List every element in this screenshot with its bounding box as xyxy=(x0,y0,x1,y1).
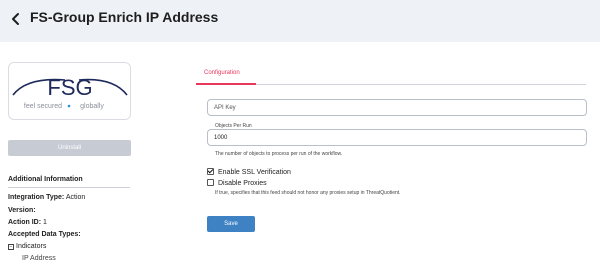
disable-proxies-help: If true, specifies that this feed should… xyxy=(215,190,401,196)
divider xyxy=(8,187,130,188)
integration-logo-card: FSG feel secured globally xyxy=(8,62,131,120)
integration-type-label: Integration Type: xyxy=(8,194,65,201)
objects-per-run-value: 1000 xyxy=(214,135,228,141)
logo-dot xyxy=(67,104,71,108)
uninstall-button[interactable]: Uninstall xyxy=(8,140,131,156)
integration-type-value: Action xyxy=(65,194,86,201)
action-id-row: Action ID: 1 xyxy=(8,219,47,226)
disable-proxies-checkbox-row[interactable]: Disable Proxies xyxy=(207,179,267,188)
additional-info-heading: Additional Information xyxy=(8,176,83,183)
logo-mark: FSG xyxy=(47,75,92,100)
logo-tagline-right: globally xyxy=(80,103,104,110)
objects-per-run-input[interactable]: 1000 xyxy=(207,129,587,146)
objects-per-run-help: The number of objects to process per run… xyxy=(215,151,343,157)
fsg-logo: FSG feel secured globally xyxy=(12,75,128,110)
api-key-placeholder: API Key xyxy=(214,105,236,111)
save-button[interactable]: Save xyxy=(207,216,255,232)
integration-type-row: Integration Type: Action xyxy=(8,194,85,201)
page-title: FS-Group Enrich IP Address xyxy=(30,9,219,25)
chevron-left-icon[interactable] xyxy=(9,12,23,26)
accepted-data-types-label: Accepted Data Types: xyxy=(8,231,81,238)
accepted-data-types-row: Accepted Data Types: xyxy=(8,231,81,238)
collapse-icon[interactable]: − xyxy=(8,244,14,250)
api-key-input[interactable]: API Key xyxy=(207,99,587,116)
logo-tagline-left: feel secured xyxy=(24,103,62,110)
indicators-label: Indicators xyxy=(16,243,47,250)
disable-proxies-checkbox[interactable] xyxy=(207,179,214,186)
objects-per-run-label: Objects Per Run xyxy=(213,123,254,129)
version-row: Version: xyxy=(8,207,36,214)
tab-configuration[interactable]: Configuration xyxy=(196,66,248,84)
enable-ssl-checkbox-row[interactable]: Enable SSL Verification xyxy=(207,168,291,177)
action-id-value: 1 xyxy=(43,219,47,226)
enable-ssl-checkbox[interactable] xyxy=(207,168,214,175)
action-id-label: Action ID: xyxy=(8,219,42,226)
page-header: FS-Group Enrich IP Address xyxy=(0,0,600,42)
indicator-item: IP Address xyxy=(22,255,56,262)
indicators-tree-node[interactable]: − Indicators xyxy=(8,243,46,250)
enable-ssl-label: Enable SSL Verification xyxy=(218,169,291,176)
disable-proxies-label: Disable Proxies xyxy=(218,180,267,187)
version-label: Version: xyxy=(8,207,36,214)
